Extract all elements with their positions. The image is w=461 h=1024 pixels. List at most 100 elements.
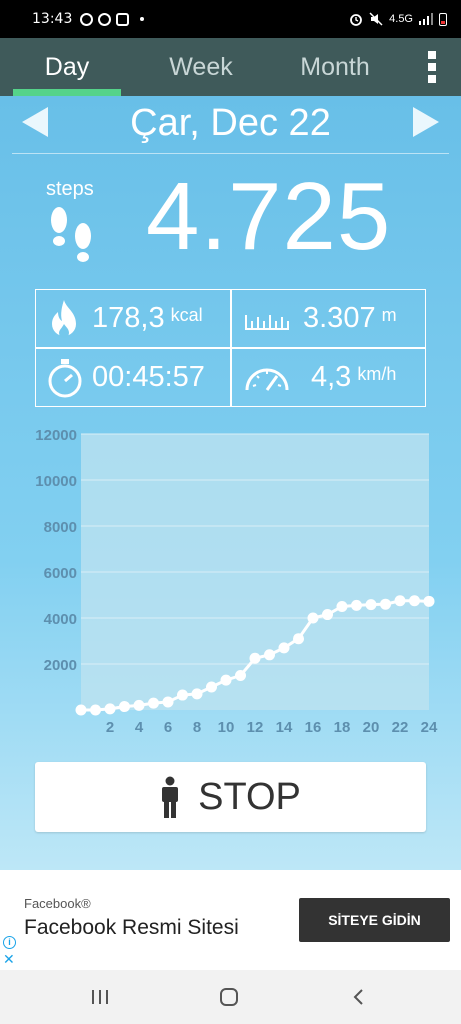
data-point xyxy=(206,681,217,693)
chrome-icon xyxy=(98,12,112,26)
main-panel: Çar, Dec 22 steps 4.725 178,3 kcal 3.307… xyxy=(0,96,461,870)
speed-unit: km/h xyxy=(357,364,397,384)
stopwatch-icon xyxy=(48,358,82,397)
person-icon xyxy=(162,776,179,818)
distance-value: 3.307 xyxy=(303,302,376,334)
battery-icon xyxy=(439,12,447,26)
data-point xyxy=(322,609,333,621)
tab-day[interactable]: Day xyxy=(0,38,134,96)
ad-headline[interactable]: Facebook Resmi Sitesi xyxy=(24,916,239,940)
home-icon xyxy=(220,988,238,1006)
recent-apps-button[interactable] xyxy=(85,982,115,1012)
x-tick-label: 12 xyxy=(247,719,264,736)
overflow-menu-icon[interactable] xyxy=(403,38,461,96)
x-tick-label: 22 xyxy=(392,719,409,736)
status-time: 13:43 xyxy=(32,11,73,27)
x-tick-label: 24 xyxy=(421,719,438,736)
data-point xyxy=(177,689,188,701)
signal-icon xyxy=(419,13,433,25)
date-navigator: Çar, Dec 22 xyxy=(0,96,461,152)
whatsapp-icon xyxy=(80,12,94,26)
back-icon xyxy=(353,989,363,1005)
calories-stat: 178,3 kcal xyxy=(48,290,203,347)
calories-unit: kcal xyxy=(170,305,203,325)
data-point xyxy=(365,599,377,611)
data-point xyxy=(423,595,435,607)
data-point xyxy=(307,612,319,624)
next-day-button[interactable] xyxy=(413,107,439,137)
data-point xyxy=(90,704,101,716)
tab-week[interactable]: Week xyxy=(134,38,268,96)
x-tick-label: 18 xyxy=(334,719,351,736)
data-point xyxy=(148,697,159,709)
data-point xyxy=(336,601,348,612)
data-point xyxy=(119,701,130,713)
ad-brand: Facebook® xyxy=(24,896,91,911)
ad-info-icon[interactable]: i xyxy=(3,936,16,949)
data-point xyxy=(235,670,246,681)
stop-button[interactable]: STOP xyxy=(35,762,426,832)
data-point xyxy=(249,652,261,664)
data-point xyxy=(191,688,203,700)
data-point xyxy=(409,595,420,607)
distance-stat: 3.307 m xyxy=(243,290,397,347)
y-tick-label: 4000 xyxy=(44,611,77,628)
steps-chart: 20004000600080001000012000 2 4 6 8 10 12 14 16 1… xyxy=(35,427,438,736)
data-point xyxy=(380,598,391,610)
navigation-bar xyxy=(0,970,461,1024)
distance-unit: m xyxy=(381,305,397,325)
y-tick-label: 8000 xyxy=(44,519,77,536)
tab-bar: Day Week Month xyxy=(0,38,461,96)
notification-icons xyxy=(80,12,145,26)
steps-count: 4.725 xyxy=(146,163,392,270)
system-icons: 4.5G xyxy=(349,12,447,26)
x-tick-label: 6 xyxy=(164,719,172,736)
y-tick-label: 2000 xyxy=(44,657,77,674)
duration-value: 00:45:57 xyxy=(92,361,205,393)
ad-banner[interactable]: Facebook® Facebook Resmi Sitesi SİTEYE G… xyxy=(0,870,461,970)
x-tick-label: 8 xyxy=(193,719,201,736)
stats-grid: 178,3 kcal 3.307 m 00:45:57 4,3 km/h xyxy=(35,289,426,407)
speedometer-icon xyxy=(245,368,289,391)
ad-close-icon[interactable]: ✕ xyxy=(3,952,15,966)
y-tick-label: 6000 xyxy=(44,565,77,582)
flame-icon xyxy=(52,299,76,338)
data-point xyxy=(293,633,304,645)
data-point xyxy=(133,699,145,711)
data-point xyxy=(351,599,362,611)
x-tick-label: 4 xyxy=(135,719,144,736)
steps-label: steps xyxy=(46,178,94,200)
date-label: Çar, Dec 22 xyxy=(130,102,331,144)
footprints-icon xyxy=(51,207,91,262)
y-tick-label: 10000 xyxy=(35,473,77,490)
y-tick-label: 12000 xyxy=(35,427,77,444)
stop-button-label: STOP xyxy=(198,775,301,818)
data-point xyxy=(75,704,87,716)
speed-stat: 4,3 km/h xyxy=(243,349,396,406)
x-tick-label: 10 xyxy=(218,719,235,736)
x-tick-label: 2 xyxy=(106,719,114,736)
network-type: 4.5G xyxy=(389,13,413,25)
data-point xyxy=(394,595,406,607)
tab-month[interactable]: Month xyxy=(268,38,402,96)
speed-value: 4,3 xyxy=(311,361,352,393)
data-point xyxy=(162,696,174,708)
data-point xyxy=(278,642,290,654)
back-button[interactable] xyxy=(343,982,373,1012)
x-axis-ticks: 2 4 6 8 10 12 14 16 18 20 22 24 xyxy=(106,719,438,736)
y-axis-ticks: 2000 4000 6000 8000 10000 12000 xyxy=(35,427,77,674)
home-button[interactable] xyxy=(214,982,244,1012)
instagram-icon xyxy=(116,12,130,26)
ruler-icon xyxy=(245,314,289,330)
divider xyxy=(12,153,449,154)
x-tick-label: 20 xyxy=(363,719,380,736)
mute-icon xyxy=(369,12,383,26)
ad-cta-button[interactable]: SİTEYE GİDİN xyxy=(299,898,450,942)
calories-value: 178,3 xyxy=(92,302,165,334)
recent-apps-icon xyxy=(92,990,108,1004)
more-notifications-icon xyxy=(140,17,145,21)
alarm-icon xyxy=(350,14,363,26)
data-point xyxy=(264,649,275,661)
x-tick-label: 16 xyxy=(305,719,322,736)
status-bar: 13:43 4.5G xyxy=(0,0,461,38)
